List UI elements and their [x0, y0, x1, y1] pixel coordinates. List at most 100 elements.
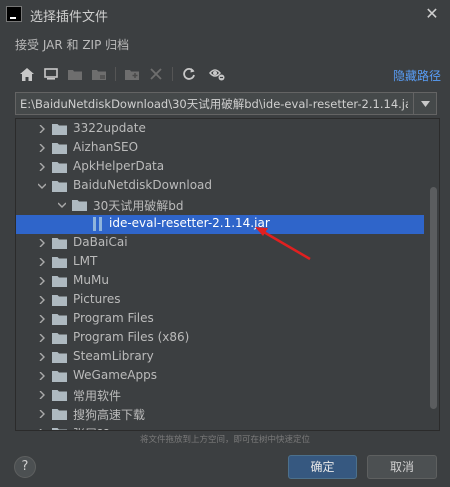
path-dropdown-button[interactable] — [413, 93, 436, 114]
file-tree[interactable]: 3322update AizhanSEO ApkHelperData BaiduNet… — [15, 118, 440, 431]
ok-button[interactable]: 确定 — [288, 455, 357, 479]
tree-item-label: SteamLibrary — [73, 349, 154, 363]
tree-item-label: Program Files (x86) — [73, 330, 190, 344]
chevron-right-icon[interactable] — [38, 163, 46, 171]
tree-item-label: ide-eval-resetter-2.1.14.jar — [109, 216, 270, 230]
chevron-right-icon[interactable] — [38, 334, 46, 342]
tree-folder-row[interactable]: LMT — [16, 253, 424, 272]
home-icon — [20, 67, 34, 81]
folder-icon — [52, 333, 67, 344]
refresh-icon — [183, 68, 195, 80]
tree-folder-row[interactable]: 张居?? — [16, 424, 424, 431]
chevron-right-icon[interactable] — [38, 353, 46, 361]
folder-icon — [72, 200, 87, 211]
chevron-right-icon[interactable] — [38, 391, 46, 399]
chevron-down-icon[interactable] — [38, 182, 46, 190]
chevron-down-icon[interactable] — [58, 201, 66, 209]
tree-item-label: 常用软件 — [73, 389, 122, 403]
chevron-right-icon[interactable] — [38, 429, 46, 431]
home-button[interactable] — [17, 64, 37, 84]
new-folder-icon — [125, 70, 139, 80]
tree-folder-row[interactable]: 常用软件 — [16, 386, 424, 405]
folder-icon — [52, 124, 67, 135]
project-button[interactable] — [65, 64, 85, 84]
chevron-down-icon — [420, 100, 430, 107]
folder-icon — [52, 181, 67, 192]
show-hidden-icon — [209, 69, 225, 81]
chevron-right-icon[interactable] — [38, 258, 46, 266]
tree-item-label: WeGameApps — [73, 368, 157, 382]
path-input[interactable] — [16, 93, 412, 114]
folder-icon — [52, 409, 67, 420]
tree-folder-row[interactable]: DaBaiCai — [16, 234, 424, 253]
delete-button[interactable] — [146, 64, 166, 84]
tree-item-label: 张居?? — [73, 425, 110, 430]
folder-icon — [52, 371, 67, 382]
folder-icon — [52, 314, 67, 325]
chevron-right-icon[interactable] — [38, 315, 46, 323]
tree-scrollbar[interactable] — [430, 187, 437, 409]
tree-folder-row[interactable]: 30天试用破解bd — [16, 196, 424, 215]
folder-icon — [52, 352, 67, 363]
project-icon — [68, 70, 82, 80]
tree-item-label: Program Files — [73, 311, 154, 325]
tree-folder-row[interactable]: MuMu — [16, 272, 424, 291]
folder-icon — [52, 162, 67, 173]
folder-icon — [52, 257, 67, 268]
chevron-right-icon[interactable] — [38, 239, 46, 247]
tree-folder-row[interactable]: 搜狗高速下载 — [16, 405, 424, 424]
chevron-right-icon[interactable] — [38, 296, 46, 304]
close-icon: ✕ — [425, 4, 439, 23]
folder-icon — [52, 143, 67, 154]
tree-item-label: Pictures — [73, 292, 121, 306]
hide-path-link[interactable]: 隐藏路径 — [393, 67, 441, 84]
folder-icon — [52, 238, 67, 249]
delete-icon — [150, 68, 162, 80]
tree-folder-row[interactable]: SteamLibrary — [16, 348, 424, 367]
folder-icon — [52, 390, 67, 401]
desktop-button[interactable] — [41, 64, 61, 84]
module-icon — [92, 70, 106, 80]
folder-icon — [52, 276, 67, 287]
cancel-button[interactable]: 取消 — [367, 455, 437, 479]
folder-icon — [52, 428, 67, 430]
tree-item-label: AizhanSEO — [73, 140, 139, 154]
tree-folder-row[interactable]: BaiduNetdiskDownload — [16, 177, 424, 196]
folder-icon — [52, 295, 67, 306]
tree-item-label: ApkHelperData — [73, 159, 165, 173]
module-button[interactable] — [89, 64, 109, 84]
tree-folder-row[interactable]: 3322update — [16, 120, 424, 139]
toolbar-separator — [115, 67, 116, 81]
help-button[interactable]: ? — [14, 456, 36, 478]
tree-folder-row[interactable]: AizhanSEO — [16, 139, 424, 158]
dialog-title: 选择插件文件 — [30, 10, 109, 25]
close-button[interactable]: ✕ — [422, 4, 442, 24]
tree-folder-row[interactable]: Pictures — [16, 291, 424, 310]
tree-item-label: 30天试用破解bd — [93, 199, 184, 213]
desktop-icon — [44, 68, 58, 80]
chevron-right-icon[interactable] — [38, 372, 46, 380]
tree-folder-row[interactable]: Program Files (x86) — [16, 329, 424, 348]
annotation-arrow-icon — [255, 227, 311, 261]
path-combo-box[interactable] — [15, 92, 437, 115]
refresh-button[interactable] — [179, 64, 199, 84]
chevron-right-icon[interactable] — [38, 125, 46, 133]
chevron-right-icon[interactable] — [38, 410, 46, 418]
tree-item-label: LMT — [73, 254, 98, 268]
tree-folder-row[interactable]: WeGameApps — [16, 367, 424, 386]
show-hidden-button[interactable] — [207, 64, 227, 84]
intellij-logo-icon — [6, 6, 22, 22]
toolbar-separator — [172, 67, 173, 81]
chevron-right-icon[interactable] — [38, 277, 46, 285]
new-folder-button[interactable] — [122, 64, 142, 84]
file-chooser-dialog: 选择插件文件 ✕ 接受 JAR 和 ZIP 归档 隐藏路径 E:\BaiduNe… — [0, 0, 450, 487]
title-bar: 选择插件文件 ✕ — [0, 0, 450, 28]
tree-folder-row[interactable]: ApkHelperData — [16, 158, 424, 177]
toolbar: 隐藏路径 — [15, 64, 443, 86]
chevron-right-icon[interactable] — [38, 144, 46, 152]
tree-item-label: 搜狗高速下载 — [73, 408, 146, 422]
jar-file-icon — [93, 217, 102, 231]
tree-item-label: MuMu — [73, 273, 109, 287]
tree-folder-row[interactable]: Program Files — [16, 310, 424, 329]
tree-file-row[interactable]: ide-eval-resetter-2.1.14.jar — [16, 215, 424, 234]
